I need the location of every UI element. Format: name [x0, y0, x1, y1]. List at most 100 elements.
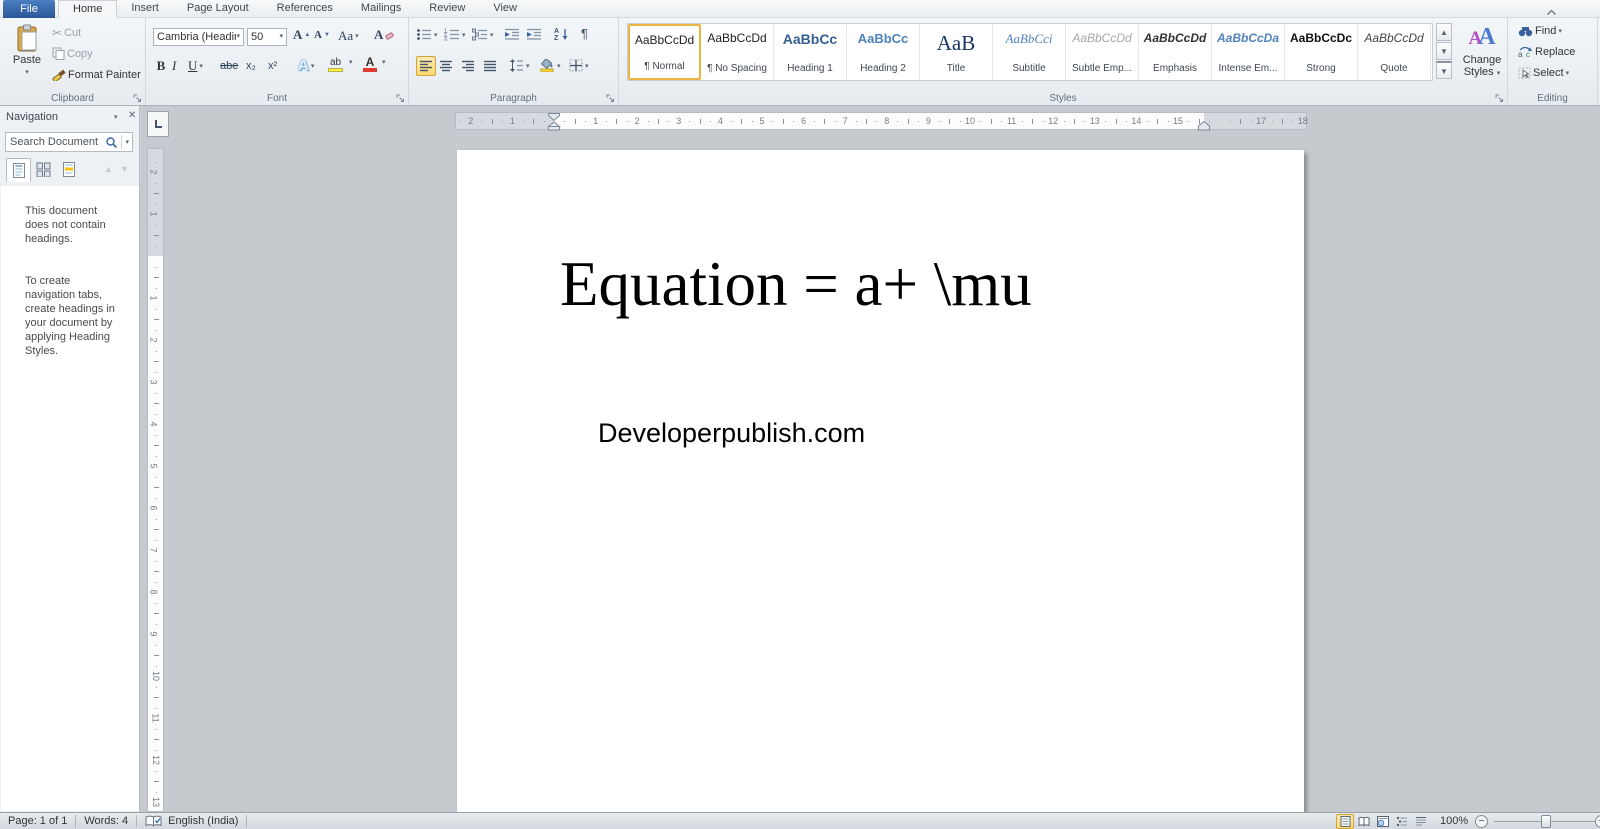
underline-button[interactable]: U ▾	[188, 58, 203, 74]
document-heading-text[interactable]: Equation = a+ \mu	[560, 248, 1032, 321]
align-left-button[interactable]	[416, 56, 436, 76]
borders-dropdown-arrow[interactable]: ▾	[585, 62, 589, 70]
format-painter-button[interactable]: Format Painter	[52, 68, 141, 81]
paste-button[interactable]: Paste ▾	[8, 24, 46, 76]
increase-indent-button[interactable]	[526, 28, 542, 41]
style-h1[interactable]: AaBbCc Heading 1	[774, 24, 847, 80]
line-spacing-button[interactable]: ▾	[509, 59, 530, 72]
language-indicator[interactable]: English (India)	[168, 815, 238, 827]
zoom-in-button[interactable]: +	[1595, 815, 1600, 828]
style-intense[interactable]: AaBbCcDa Intense Em...	[1212, 24, 1285, 80]
tab-page-layout[interactable]: Page Layout	[173, 0, 263, 18]
borders-button[interactable]: ▾	[569, 59, 589, 72]
text-effects-button[interactable]: A ▾	[298, 57, 314, 74]
subscript-button[interactable]: x₂	[246, 60, 256, 72]
numbering-button[interactable]: 1. 2. 3. ▾	[444, 28, 466, 42]
line-spacing-dropdown-arrow[interactable]: ▾	[526, 62, 530, 70]
word-count[interactable]: Words: 4	[84, 815, 128, 827]
tab-home[interactable]: Home	[58, 0, 118, 18]
style-nospacing[interactable]: AaBbCcDd ¶ No Spacing	[701, 24, 774, 80]
horizontal-ruler[interactable]: 2 1 1 2 3 4 5 6 7 8 9 10 11 12 13 14 15 17 18	[455, 112, 1308, 131]
underline-dropdown-arrow[interactable]: ▾	[199, 62, 203, 70]
view-draft-button[interactable]	[1412, 814, 1430, 829]
font-color-dropdown[interactable]: ▾	[382, 58, 386, 66]
copy-button[interactable]: Copy	[52, 47, 93, 60]
view-print-layout-button[interactable]	[1336, 814, 1354, 829]
styles-scroll-up-button[interactable]: ▲	[1436, 23, 1452, 41]
font-dialog-launcher[interactable]	[396, 94, 405, 103]
superscript-button[interactable]: x²	[268, 60, 277, 72]
next-heading-arrow[interactable]: ▼	[120, 164, 129, 174]
zoom-level[interactable]: 100%	[1440, 815, 1468, 827]
clipboard-dialog-launcher[interactable]	[133, 94, 142, 103]
view-fullscreen-reading-button[interactable]	[1355, 814, 1373, 829]
styles-scroll-down-button[interactable]: ▼	[1436, 42, 1452, 60]
paste-dropdown-arrow[interactable]: ▾	[25, 68, 29, 76]
document-body-text[interactable]: Developerpublish.com	[598, 418, 865, 449]
style-quote[interactable]: AaBbCcDd Quote	[1358, 24, 1431, 80]
change-styles-button[interactable]: AA Change Styles ▾	[1459, 24, 1505, 80]
style-emphasis[interactable]: AaBbCcDd Emphasis	[1139, 24, 1212, 80]
vertical-ruler[interactable]: 2 1 1 2 3 4 5 6 7 8 9 10 11 12 13	[147, 148, 164, 812]
font-family-dropdown-arrow[interactable]: ▾	[236, 29, 240, 45]
font-color-button[interactable]: A	[363, 56, 377, 72]
align-right-button[interactable]	[461, 60, 475, 72]
shrink-font-button[interactable]: A ▼	[314, 29, 330, 41]
paragraph-dialog-launcher[interactable]	[606, 94, 615, 103]
style-subtle[interactable]: AaBbCcDd Subtle Emp...	[1066, 24, 1139, 80]
text-effects-dropdown-arrow[interactable]: ▾	[311, 62, 315, 70]
font-size-dropdown-arrow[interactable]: ▾	[279, 29, 283, 45]
page-indicator[interactable]: Page: 1 of 1	[8, 815, 67, 827]
shading-button[interactable]: ▾	[539, 59, 561, 72]
styles-dialog-launcher[interactable]	[1495, 94, 1504, 103]
zoom-out-button[interactable]: −	[1475, 815, 1488, 828]
tab-view[interactable]: View	[479, 0, 531, 18]
search-options-arrow[interactable]: ▾	[121, 135, 132, 149]
font-size-combo[interactable]: 50 ▾	[247, 28, 287, 46]
find-button[interactable]: Find ▾	[1518, 25, 1562, 37]
change-case-dropdown-arrow[interactable]: ▾	[355, 32, 359, 40]
highlight-dropdown[interactable]: ▾	[349, 58, 353, 66]
grow-font-button[interactable]: A ▲	[293, 27, 310, 43]
cut-button[interactable]: ✂ Cut	[52, 26, 81, 40]
style-normal[interactable]: AaBbCcDd ¶ Normal	[628, 24, 701, 80]
nav-tab-headings[interactable]	[6, 158, 31, 182]
justify-button[interactable]	[483, 60, 497, 72]
style-title[interactable]: AaB Title	[920, 24, 993, 80]
numbering-dropdown-arrow[interactable]: ▾	[462, 31, 466, 39]
navigation-pane-menu-arrow[interactable]: ▾	[114, 113, 118, 121]
minimize-ribbon-button[interactable]	[1544, 3, 1558, 15]
search-icon[interactable]	[105, 136, 118, 149]
italic-button[interactable]: I	[172, 58, 176, 74]
nav-tab-pages[interactable]	[31, 158, 56, 182]
search-input[interactable]	[6, 136, 106, 148]
nav-tab-results[interactable]	[56, 158, 81, 182]
select-dropdown-arrow[interactable]: ▾	[1566, 69, 1570, 77]
bold-button[interactable]: B	[153, 58, 169, 74]
select-button[interactable]: Select ▾	[1518, 67, 1569, 79]
view-web-layout-button[interactable]	[1374, 814, 1392, 829]
style-subtitle[interactable]: AaBbCci Subtitle	[993, 24, 1066, 80]
spellcheck-book-icon[interactable]	[145, 815, 162, 827]
view-outline-button[interactable]	[1393, 814, 1411, 829]
align-center-button[interactable]	[439, 60, 453, 72]
tab-review[interactable]: Review	[415, 0, 479, 18]
show-hide-pilcrow-button[interactable]: ¶	[581, 26, 588, 41]
sort-button[interactable]: A Z	[554, 27, 569, 41]
decrease-indent-button[interactable]	[504, 28, 520, 41]
tab-insert[interactable]: Insert	[117, 0, 173, 18]
highlight-button[interactable]: ab	[328, 58, 343, 72]
tab-references[interactable]: References	[263, 0, 347, 18]
font-family-combo[interactable]: Cambria (Headin ▾	[153, 28, 244, 46]
style-strong[interactable]: AaBbCcDc Strong	[1285, 24, 1358, 80]
indent-markers[interactable]	[547, 113, 561, 131]
multilevel-dropdown-arrow[interactable]: ▾	[490, 31, 494, 39]
previous-heading-arrow[interactable]: ▲	[104, 164, 113, 174]
strikethrough-button[interactable]: abe	[220, 60, 238, 72]
navigation-pane-close-icon[interactable]: ✕	[128, 110, 136, 121]
multilevel-list-button[interactable]: ▾	[472, 28, 494, 41]
find-dropdown-arrow[interactable]: ▾	[1558, 27, 1562, 35]
styles-more-button[interactable]: ▼	[1436, 61, 1452, 79]
document-page[interactable]: Equation = a+ \mu Developerpublish.com	[457, 150, 1304, 812]
clear-formatting-button[interactable]: A	[374, 27, 395, 43]
